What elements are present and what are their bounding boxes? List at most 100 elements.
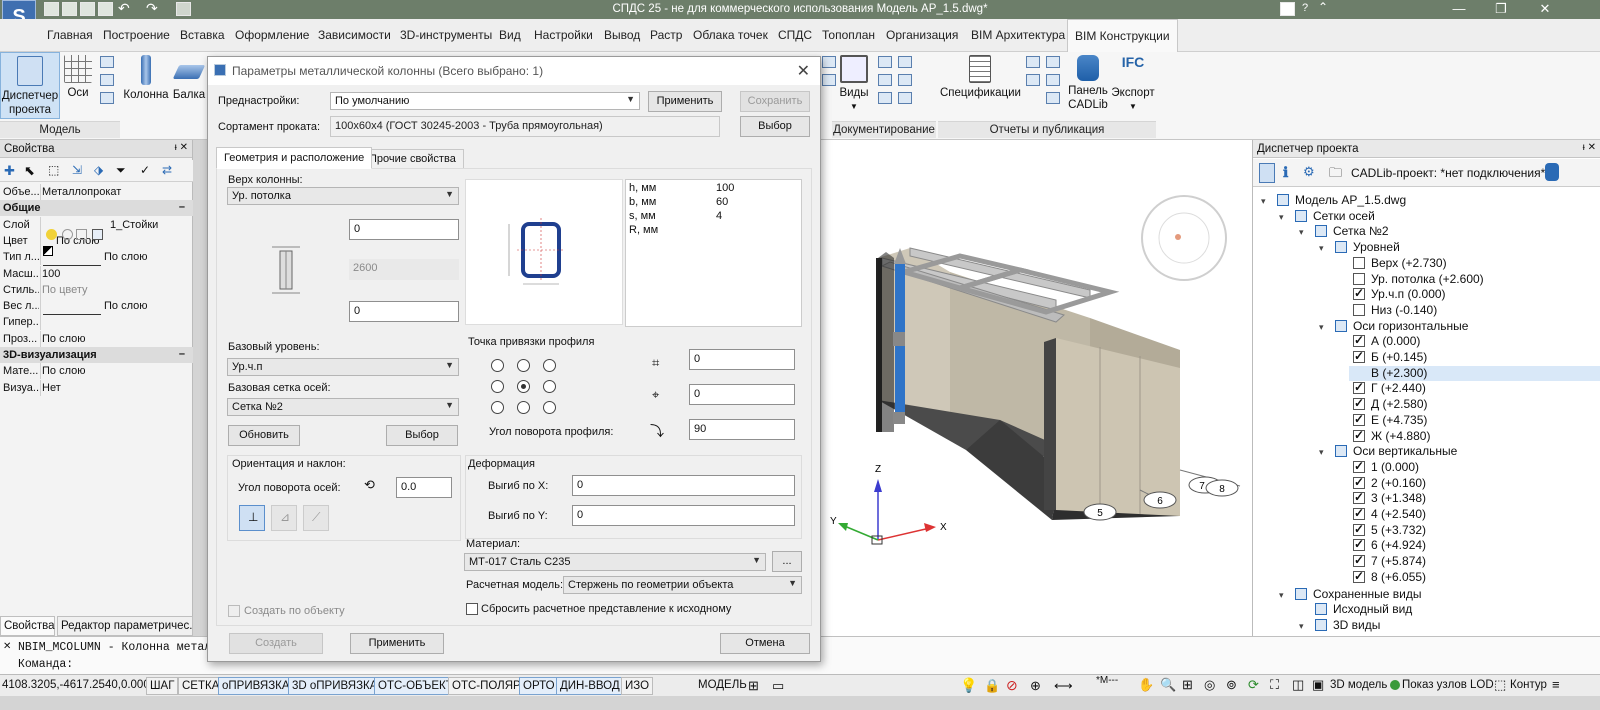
collapse-icon[interactable]: – [179, 201, 185, 213]
tree-horizontal-axis[interactable]: Б (+0.145) [1371, 350, 1427, 364]
grid-toggle[interactable]: СЕТКА [178, 677, 224, 695]
small-tool-icon[interactable] [100, 74, 114, 86]
export-button[interactable]: IFC Экспорт ▼ [1110, 55, 1156, 121]
visibility-checkbox[interactable] [1353, 396, 1365, 411]
filter-icon[interactable]: ⏷ [116, 163, 126, 178]
tree-vertical-axes[interactable]: Оси вертикальные [1353, 444, 1457, 458]
material-browse-button[interactable]: ... [772, 551, 802, 572]
close-icon[interactable]: ✕ [1530, 1, 1560, 18]
visibility-checkbox[interactable] [1353, 412, 1365, 426]
tree-level-item[interactable]: Ур. потолка (+2.600) [1371, 272, 1484, 286]
show-nodes-icon[interactable] [1390, 680, 1400, 690]
contour-label[interactable]: Контур [1510, 679, 1547, 691]
view-cube-compass[interactable] [1141, 195, 1227, 281]
orientation-vertical-button[interactable]: ⊥ [239, 505, 265, 531]
visibility-checkbox[interactable] [1353, 553, 1365, 568]
tab-3d-tools[interactable]: 3D-инструменты [400, 28, 492, 42]
tab-organization[interactable]: Организация [886, 28, 958, 42]
pin-icon[interactable]: ᵻ ✕ [175, 142, 188, 153]
visibility-checkbox[interactable] [1353, 475, 1365, 489]
tree-level-item[interactable]: Низ (-0.140) [1371, 303, 1437, 317]
tree-horizontal-axis[interactable]: Е (+4.735) [1371, 413, 1427, 427]
base-level-select[interactable]: Ур.ч.п ▼ [227, 358, 459, 376]
contour-icon[interactable]: ⬚ [1494, 677, 1506, 693]
customize-icon[interactable]: ≡ [1552, 677, 1560, 692]
anchor-point-radio[interactable] [517, 380, 530, 393]
tree-horizontal-axis[interactable]: А (0.000) [1371, 334, 1420, 348]
tab-view[interactable]: Вид [499, 28, 521, 42]
specifications-button[interactable]: Спецификации [940, 55, 1021, 115]
visibility-checkbox[interactable] [1353, 522, 1365, 536]
close-icon[interactable]: ✕ [797, 61, 810, 81]
select-icon[interactable]: ⬚ [48, 163, 59, 177]
tree-horizontal-axis[interactable]: Д (+2.580) [1371, 397, 1428, 411]
tab-settings[interactable]: Настройки [534, 28, 593, 42]
help-icon[interactable]: ? [1302, 2, 1308, 14]
expand-toggle-icon[interactable]: ▾ [1319, 243, 1324, 254]
3d-osnap-toggle[interactable]: 3D оПРИВЯЗКА [288, 677, 382, 695]
base-grid-select[interactable]: Сетка №2 ▼ [227, 398, 459, 416]
collapse-icon[interactable]: – [179, 348, 185, 360]
cursor-icon[interactable]: ⬉ [24, 163, 35, 179]
layout-icon[interactable]: ⊞ [748, 678, 759, 694]
tree-grid-2[interactable]: Сетка №2 [1333, 224, 1389, 238]
axes-rotation-field[interactable]: 0.0 [396, 477, 452, 498]
crosshair-icon[interactable]: ⊕ [1030, 678, 1041, 694]
small-tool-icon[interactable] [1046, 56, 1060, 68]
tab-bim-structures[interactable]: BIM Конструкции [1067, 19, 1178, 52]
tree-initial-view[interactable]: Исходный вид [1333, 602, 1412, 616]
tree-vertical-axis[interactable]: 3 (+1.348) [1371, 491, 1426, 505]
visibility-checkbox[interactable] [1353, 537, 1365, 552]
tree-level-item[interactable]: Ур.ч.п (0.000) [1371, 287, 1446, 301]
settings-icon[interactable]: ⚙ [1303, 164, 1315, 180]
show-nodes-label[interactable]: Показ узлов [1402, 679, 1467, 691]
small-tool-icon[interactable] [898, 92, 912, 104]
toggle-icon[interactable]: ⇄ [162, 163, 172, 177]
bend-y-field[interactable]: 0 [572, 505, 795, 526]
tree-vertical-axis[interactable]: 5 (+3.732) [1371, 523, 1426, 537]
property-row[interactable]: Тип л... По слою [0, 249, 193, 266]
command-prompt[interactable]: Команда: [18, 658, 73, 671]
property-section[interactable]: 3D-визуализация – [0, 347, 193, 363]
create-by-object-checkbox[interactable] [228, 605, 240, 617]
showmotion-icon[interactable]: ⊚ [1226, 677, 1237, 693]
ribbon-toggle-icon[interactable]: ⌃ [1318, 0, 1328, 14]
tab-topoplan[interactable]: Топоплан [822, 28, 875, 42]
expand-toggle-icon[interactable]: ▾ [1319, 447, 1324, 458]
property-row[interactable]: Масш... 100 [0, 265, 193, 282]
tab-constraints[interactable]: Зависимости [318, 28, 391, 42]
visibility-checkbox[interactable] [1353, 490, 1365, 505]
tree-level-item[interactable]: Верх (+2.730) [1371, 256, 1447, 270]
anchor-point-radio[interactable] [543, 359, 556, 372]
tab-bim-architecture[interactable]: BIM Архитектура [971, 28, 1065, 42]
lod-label[interactable]: LOD [1470, 679, 1494, 691]
save-preset-button[interactable]: Сохранить [740, 91, 810, 112]
tab-spds[interactable]: СПДС [778, 28, 812, 42]
small-tool-icon[interactable] [822, 56, 836, 68]
workspace-icon[interactable] [1280, 2, 1295, 16]
pan-icon[interactable]: ✋ [1138, 677, 1154, 693]
anchor-point-radio[interactable] [517, 401, 530, 414]
bottom-offset-field[interactable]: 0 [349, 301, 459, 322]
visibility-checkbox[interactable] [1353, 272, 1365, 285]
profile-rotation-field[interactable]: 90 [689, 419, 795, 440]
presets-select[interactable]: По умолчанию ▼ [330, 92, 640, 110]
tree-saved-views[interactable]: Сохраненные виды [1313, 587, 1421, 601]
tree-horizontal-axis[interactable]: Ж (+4.880) [1371, 429, 1430, 443]
pin-icon[interactable]: ᵻ ✕ [1583, 142, 1596, 153]
anchor-point-radio[interactable] [543, 380, 556, 393]
section-icon[interactable]: ◫ [1292, 677, 1304, 693]
tab-format[interactable]: Оформление [235, 28, 309, 42]
anchor-point-radio[interactable] [491, 401, 504, 414]
expand-toggle-icon[interactable]: ▾ [1299, 621, 1304, 632]
tab-output[interactable]: Вывод [604, 28, 640, 42]
expand-toggle-icon[interactable]: ▾ [1319, 322, 1324, 333]
small-tool-icon[interactable] [878, 74, 892, 86]
beam-button[interactable]: Балка [172, 55, 206, 115]
visibility-checkbox[interactable] [1353, 333, 1365, 348]
zoom-icon[interactable]: 🔍 [1160, 677, 1176, 693]
quick-select-icon[interactable]: ⇲ [72, 163, 82, 177]
tree-vertical-axis[interactable]: 7 (+5.874) [1371, 554, 1426, 568]
small-tool-icon[interactable] [1026, 56, 1040, 68]
iso-toggle[interactable]: ИЗО [621, 677, 654, 695]
